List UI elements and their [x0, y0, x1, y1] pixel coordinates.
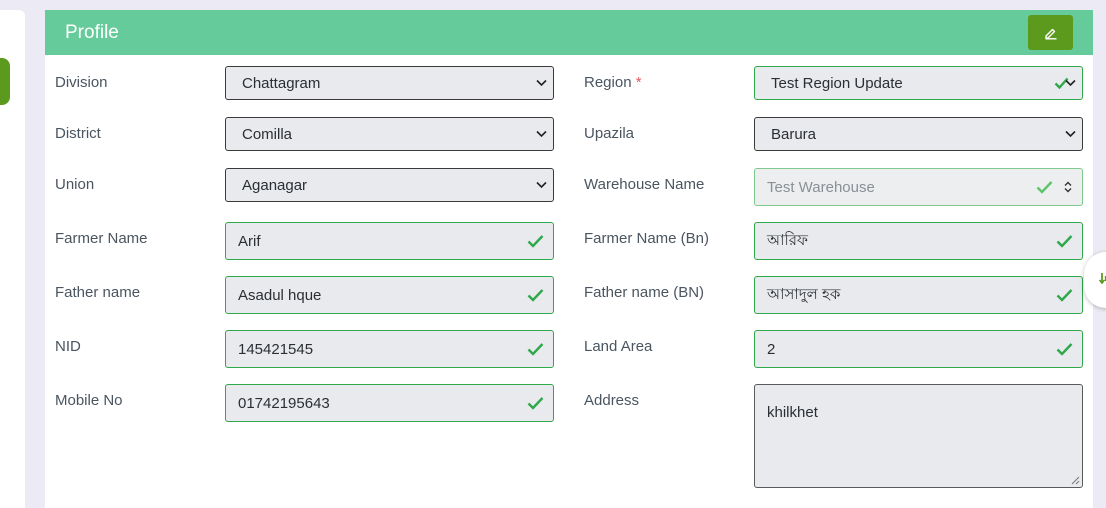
union-value: Aganagar — [242, 176, 308, 194]
address-textarea[interactable]: khilkhet — [754, 384, 1083, 488]
mobile-no-label: Mobile No — [55, 392, 123, 409]
check-icon — [527, 343, 544, 356]
union-select[interactable]: Aganagar — [225, 168, 554, 202]
district-label: District — [55, 125, 101, 142]
father-name-value: Asadul hque — [238, 286, 322, 304]
check-icon — [1056, 343, 1073, 356]
district-select[interactable]: Comilla — [225, 117, 554, 151]
sidebar-toggle-tab[interactable] — [0, 58, 10, 105]
check-icon — [1056, 289, 1073, 302]
farmer-name-bn-input[interactable]: আরিফ — [754, 222, 1083, 260]
district-value: Comilla — [242, 125, 293, 143]
check-icon — [527, 397, 544, 410]
arrow-down-icon — [1098, 273, 1106, 285]
division-label: Division — [55, 74, 108, 91]
chevron-down-icon — [1065, 130, 1076, 138]
chevron-down-icon — [1065, 79, 1076, 87]
resize-grip-icon[interactable] — [1071, 476, 1080, 485]
check-icon — [527, 235, 544, 248]
edit-button[interactable] — [1028, 15, 1073, 50]
card-header: Profile — [45, 10, 1093, 55]
mobile-no-value: 01742195643 — [238, 394, 330, 412]
address-label: Address — [584, 392, 640, 409]
address-value: khilkhet — [767, 404, 818, 421]
chevron-down-icon — [536, 181, 547, 189]
division-value: Chattagram — [242, 74, 321, 92]
region-value: Test Region Update — [771, 74, 903, 92]
check-icon — [527, 289, 544, 302]
warehouse-name-select: Test Warehouse — [754, 168, 1083, 206]
union-label: Union — [55, 176, 95, 193]
father-name-bn-label: Father name (BN) — [584, 284, 705, 301]
division-select[interactable]: Chattagram — [225, 66, 554, 100]
farmer-name-value: Arif — [238, 232, 261, 250]
warehouse-name-label: Warehouse Name — [584, 176, 705, 193]
father-name-bn-input[interactable]: আসাদুল হক — [754, 276, 1083, 314]
warehouse-name-value: Test Warehouse — [767, 178, 875, 196]
required-mark: * — [635, 74, 642, 91]
check-icon — [1056, 235, 1073, 248]
mobile-no-input[interactable]: 01742195643 — [225, 384, 554, 422]
region-label: Region * — [584, 74, 642, 91]
sort-arrows-icon — [1064, 181, 1072, 193]
upazila-value: Barura — [771, 125, 817, 143]
father-name-label: Father name — [55, 284, 141, 301]
pencil-icon — [1044, 28, 1056, 40]
farmer-name-label: Farmer Name — [55, 230, 148, 247]
upazila-label: Upazila — [584, 125, 635, 142]
nid-label: NID — [55, 338, 81, 355]
father-name-input[interactable]: Asadul hque — [225, 276, 554, 314]
chevron-down-icon — [536, 79, 547, 87]
farmer-name-bn-label: Farmer Name (Bn) — [584, 230, 710, 247]
region-label-text: Region — [584, 74, 632, 91]
chevron-down-icon — [536, 130, 547, 138]
upazila-select[interactable]: Barura — [754, 117, 1083, 151]
land-area-input[interactable]: 2 — [754, 330, 1083, 368]
nid-input[interactable]: 145421545 — [225, 330, 554, 368]
father-name-bn-value: আসাদুল হক — [767, 285, 841, 303]
land-area-label: Land Area — [584, 338, 653, 355]
region-select[interactable]: Test Region Update — [754, 66, 1083, 100]
card-title: Profile — [65, 22, 119, 43]
nid-value: 145421545 — [238, 340, 314, 358]
farmer-name-bn-value: আরিফ — [767, 231, 809, 249]
check-icon — [1036, 181, 1053, 194]
land-area-value: 2 — [767, 340, 776, 358]
farmer-name-input[interactable]: Arif — [225, 222, 554, 260]
